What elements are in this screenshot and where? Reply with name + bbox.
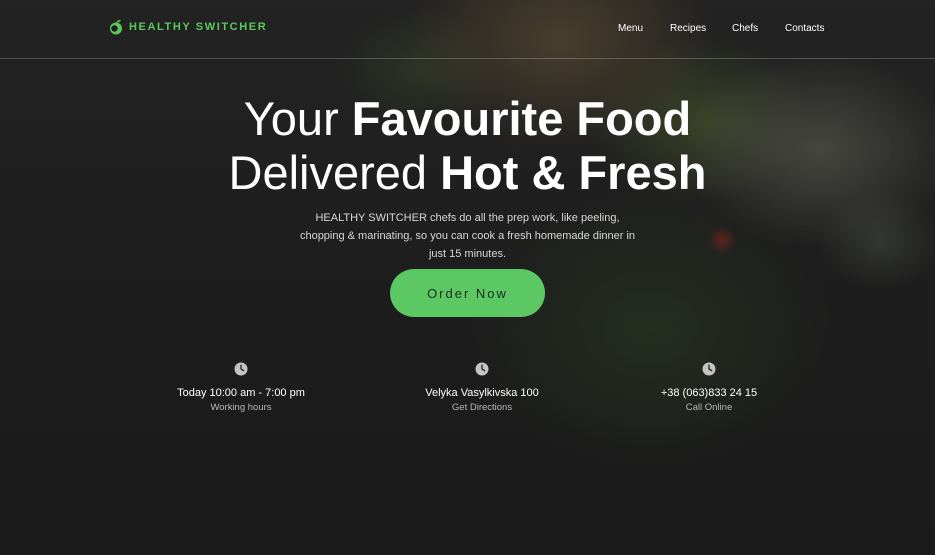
info-address: Velyka Vasylkivska 100 Get Directions [372,362,592,413]
headline-line-2: Delivered Hot & Fresh [229,146,707,199]
address-value: Velyka Vasylkivska 100 [425,387,539,399]
working-hours-label: Working hours [210,402,272,413]
main-nav: Menu Recipes Chefs Contacts [0,23,935,37]
phone-value: +38 (063)833 24 15 [660,387,758,399]
site-header: HEALTHY SWITCHER Menu Recipes Chefs Cont… [0,0,935,59]
headline-line-2-light: Delivered [228,146,441,199]
nav-item-recipes[interactable]: Recipes [670,23,706,34]
info-phone: +38 (063)833 24 15 Call Online [599,362,819,413]
clock-icon [702,362,716,376]
headline-line-1-bold: Favourite Food [351,92,692,145]
info-working-hours: Today 10:00 am - 7:00 pm Working hours [131,362,351,413]
order-now-button[interactable]: Order Now [390,269,545,317]
clock-icon [234,362,248,376]
nav-item-menu[interactable]: Menu [618,23,643,34]
get-directions-link[interactable]: Get Directions [372,402,592,413]
call-online-link[interactable]: Call Online [599,402,819,413]
hero-description: HEALTHY SWITCHER chefs do all the prep w… [299,212,636,260]
hero-headline: Your Favourite Food Delivered Hot & Fres… [0,92,935,200]
headline-line-1: Your Favourite Food [244,92,691,145]
clock-icon [475,362,489,376]
headline-line-1-light: Your [243,92,352,145]
nav-item-chefs[interactable]: Chefs [732,23,758,34]
headline-line-2-bold: Hot & Fresh [440,146,707,199]
working-hours-value: Today 10:00 am - 7:00 pm [177,387,305,399]
nav-item-contacts[interactable]: Contacts [785,23,824,34]
